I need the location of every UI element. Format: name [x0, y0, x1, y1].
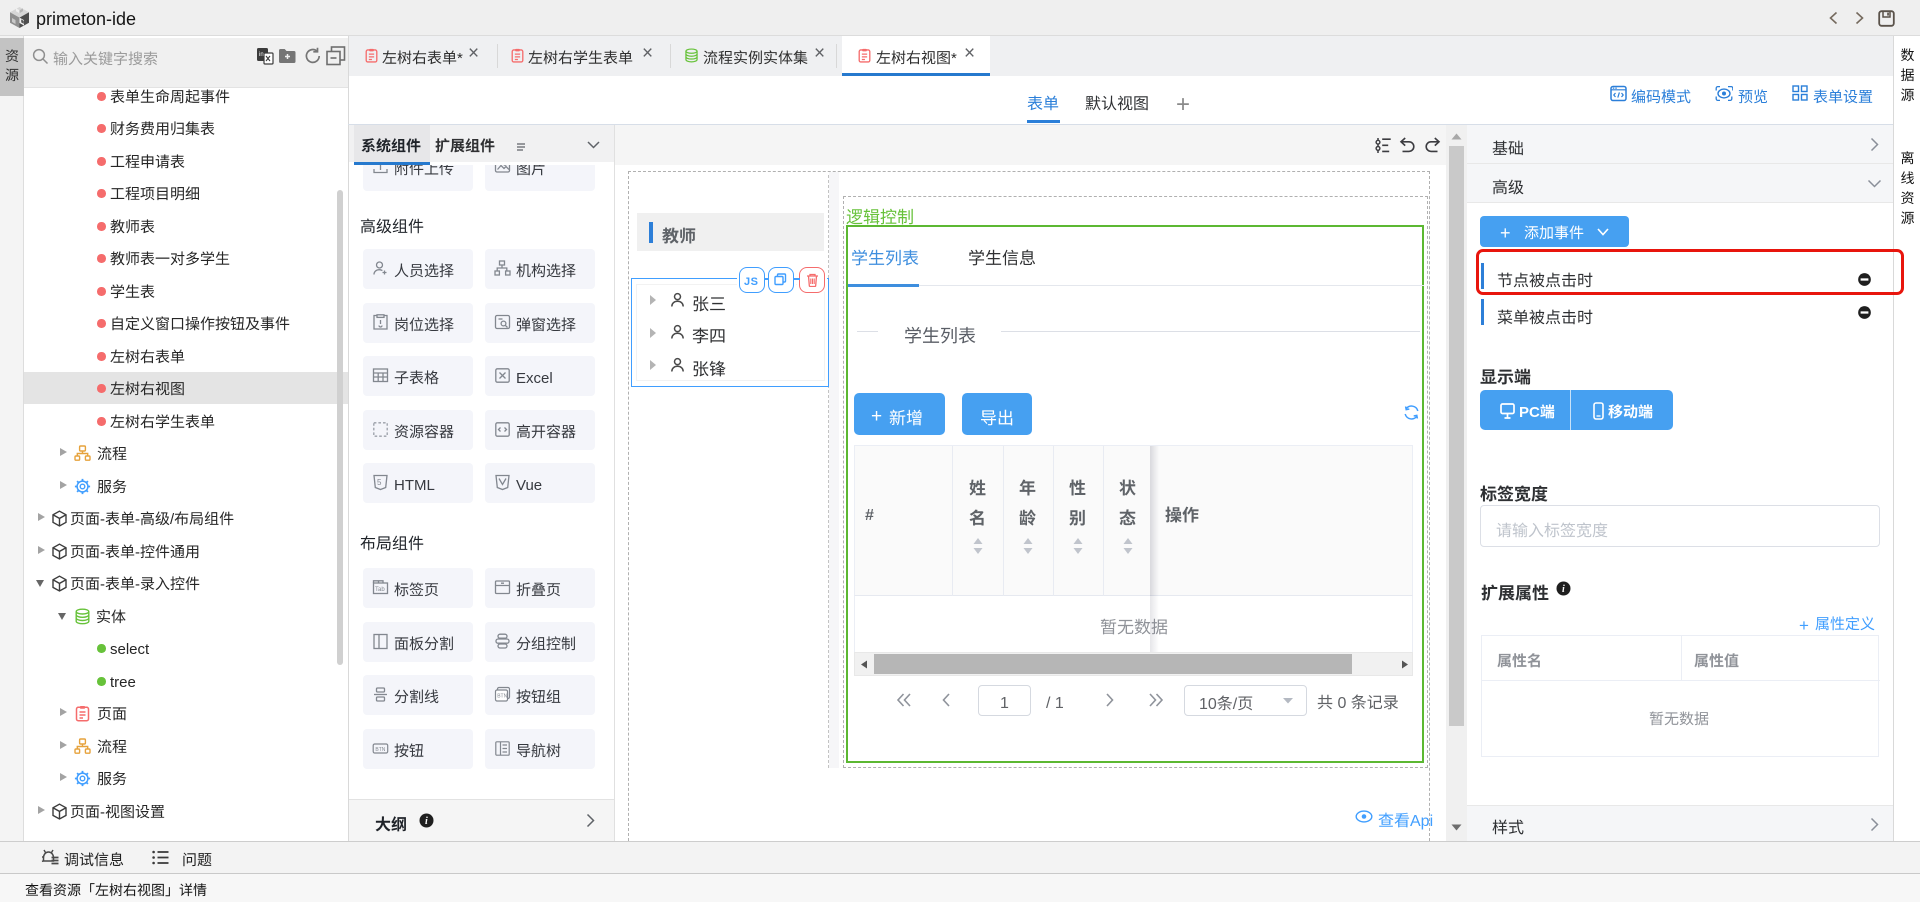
svg-text:in: in: [259, 52, 264, 58]
svg-text:i: i: [425, 816, 428, 827]
svg-text:i: i: [1562, 584, 1565, 595]
